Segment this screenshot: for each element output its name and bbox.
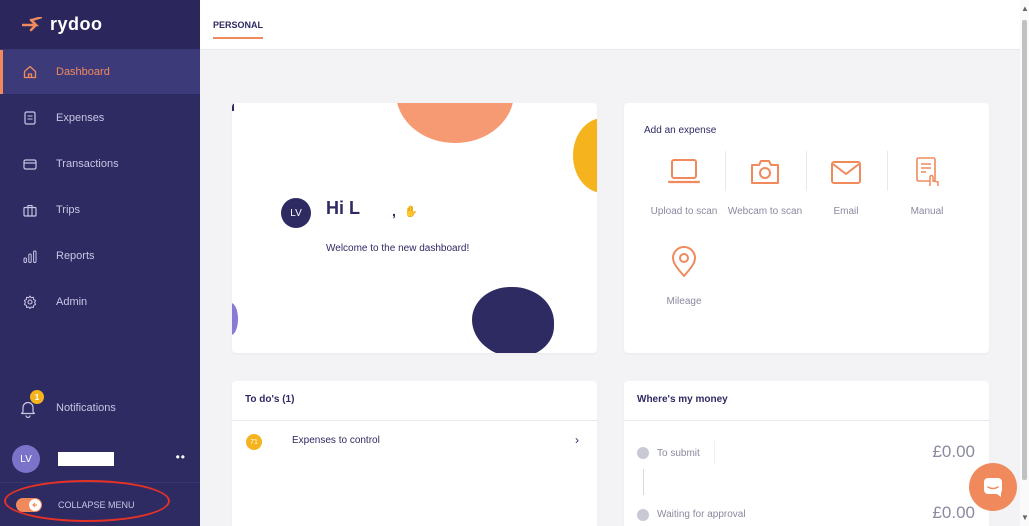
decorative-blob-orange (396, 103, 514, 143)
divider (232, 420, 597, 421)
manual-button[interactable]: Manual (887, 155, 967, 217)
upload-to-scan-button[interactable]: Upload to scan (644, 155, 724, 217)
sidebar-item-label: Reports (56, 250, 95, 262)
todos-card: To do's (1) 71 Expenses to control › (232, 381, 597, 526)
sidebar-item-transactions[interactable]: Transactions (0, 142, 200, 186)
list-item[interactable]: 71 Expenses to control › (232, 429, 597, 453)
money-row-amount: £0.00 (932, 442, 975, 461)
mileage-button[interactable]: Mileage (644, 245, 724, 307)
welcome-card: LV Hi L , ✋ Welcome to the new dashboard… (232, 103, 597, 353)
money-title: Where's my money (637, 394, 728, 405)
page-scrollbar[interactable]: ▲ ▼ (1020, 0, 1029, 526)
sidebar-item-trips[interactable]: Trips (0, 188, 200, 232)
money-card: Where's my money To submit £0.00 Waiting… (624, 381, 989, 526)
collapse-toggle[interactable] (16, 497, 42, 512)
waving-hand-icon: ✋ (404, 206, 418, 218)
action-label: Upload to scan (650, 206, 718, 217)
action-label: Email (833, 206, 859, 217)
timeline-connector (643, 469, 644, 495)
receipt-icon (22, 110, 38, 126)
divider (624, 420, 989, 421)
more-options-button[interactable]: •• (176, 450, 186, 464)
laptop-icon (667, 159, 701, 184)
action-label: Webcam to scan (727, 206, 803, 217)
collapse-menu-label: COLLAPSE MENU (58, 499, 135, 510)
action-label: Mileage (666, 296, 702, 307)
status-dot (637, 447, 649, 459)
scroll-thumb[interactable] (1022, 20, 1027, 480)
sidebar-item-notifications[interactable]: 1 Notifications (0, 388, 200, 428)
chat-icon (984, 478, 1002, 497)
brand-name: rydoo (50, 14, 103, 34)
add-expense-title: Add an expense (644, 125, 717, 136)
sidebar-item-reports[interactable]: Reports (0, 234, 200, 278)
scroll-up-icon[interactable]: ▲ (1021, 4, 1029, 13)
notifications-label: Notifications (56, 402, 116, 414)
camera-icon (751, 160, 779, 184)
todo-label: Expenses to control (292, 435, 380, 446)
brand-header[interactable]: rydoo (0, 0, 200, 50)
user-name-redacted (58, 452, 114, 466)
sidebar-item-dashboard[interactable]: Dashboard (0, 50, 200, 94)
bell-icon: 1 (20, 390, 44, 418)
chevron-right-icon: › (575, 433, 579, 447)
welcome-message: Welcome to the new dashboard! (326, 243, 470, 254)
avatar: LV (281, 198, 311, 228)
sidebar: rydoo Dashboard Expenses Transactions Tr… (0, 0, 200, 526)
scroll-down-icon[interactable]: ▼ (1021, 513, 1029, 522)
location-pin-icon (672, 246, 696, 277)
manual-entry-icon (916, 157, 939, 186)
sidebar-item-label: Expenses (56, 112, 105, 124)
chat-button[interactable] (969, 463, 1017, 511)
card-icon (22, 156, 38, 172)
sidebar-item-label: Trips (56, 204, 81, 216)
home-icon (22, 64, 38, 80)
sidebar-item-expenses[interactable]: Expenses (0, 96, 200, 140)
notification-badge: 1 (30, 390, 44, 404)
sidebar-item-label: Transactions (56, 158, 119, 170)
user-profile[interactable]: LV •• (0, 440, 200, 478)
sidebar-item-label: Admin (56, 296, 88, 308)
money-row-label: Waiting for approval (657, 509, 746, 520)
avatar: LV (12, 445, 40, 473)
sidebar-item-label: Dashboard (56, 66, 110, 78)
arrow-left-icon (29, 498, 41, 511)
tab-personal[interactable]: PERSONAL (213, 20, 264, 39)
rydoo-logo-icon (22, 16, 42, 31)
decorative-mark (232, 103, 234, 111)
gear-icon (22, 294, 38, 310)
decorative-blob-purple (232, 303, 238, 335)
money-row-amount: £0.00 (932, 503, 975, 522)
divider (714, 441, 715, 465)
webcam-to-scan-button[interactable]: Webcam to scan (725, 155, 805, 217)
greeting-comma: , (392, 203, 396, 219)
todo-count-badge: 71 (246, 434, 262, 450)
sidebar-item-admin[interactable]: Admin (0, 280, 200, 324)
collapse-menu-button[interactable]: COLLAPSE MENU (0, 482, 200, 526)
decorative-blob-navy (472, 287, 554, 353)
money-row-label: To submit (657, 448, 700, 459)
status-dot (637, 509, 649, 521)
todos-title: To do's (1) (245, 394, 295, 405)
action-label: Manual (910, 206, 944, 217)
greeting-text: Hi L (326, 198, 360, 218)
suitcase-icon (22, 202, 38, 218)
envelope-icon (831, 161, 861, 184)
bar-chart-icon (22, 248, 38, 264)
email-button[interactable]: Email (806, 155, 886, 217)
top-bar: PERSONAL (200, 0, 1020, 50)
decorative-blob-yellow (573, 118, 597, 193)
add-expense-card: Add an expense Upload to scan Webcam to … (624, 103, 989, 353)
